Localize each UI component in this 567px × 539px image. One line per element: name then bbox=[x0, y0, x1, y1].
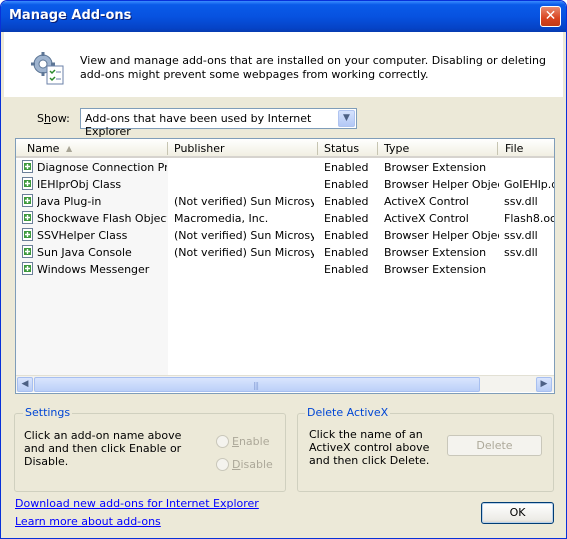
enable-label[interactable]: Enable bbox=[232, 435, 269, 448]
cell-file: GoIEHlp.dl bbox=[504, 178, 554, 191]
download-addons-link[interactable]: Download new add-ons for Internet Explor… bbox=[15, 497, 259, 510]
header-band: View and manage add-ons that are install… bbox=[4, 32, 563, 97]
learn-more-link[interactable]: Learn more about add-ons bbox=[15, 515, 161, 528]
column-divider[interactable] bbox=[167, 142, 168, 155]
cell-name: Sun Java Console bbox=[37, 246, 132, 259]
horizontal-scrollbar[interactable]: ◀ ||| ▶ bbox=[16, 375, 554, 392]
cell-status: Enabled bbox=[324, 161, 369, 174]
cell-name: Java Plug-in bbox=[37, 195, 102, 208]
addons-gear-icon bbox=[31, 52, 64, 85]
cell-publisher: (Not verified) Sun Microsy... bbox=[174, 229, 314, 242]
window-title: Manage Add-ons bbox=[9, 8, 132, 23]
title-bar[interactable]: Manage Add-ons ✕ bbox=[1, 1, 566, 32]
show-label: Show: bbox=[37, 112, 70, 125]
cell-name: Shockwave Flash Object bbox=[37, 212, 167, 225]
cell-type: ActiveX Control bbox=[384, 195, 469, 208]
cell-type: Browser Extension bbox=[384, 246, 487, 259]
scroll-right-icon[interactable]: ▶ bbox=[536, 377, 552, 392]
table-row[interactable]: Windows Messenger Enabled Browser Extensio… bbox=[16, 261, 554, 278]
cell-type: Browser Extension bbox=[384, 161, 487, 174]
table-row[interactable]: Shockwave Flash Object Macromedia, Inc. En… bbox=[16, 210, 554, 227]
cell-file: ssv.dll bbox=[504, 195, 538, 208]
cell-status: Enabled bbox=[324, 178, 369, 191]
column-divider[interactable] bbox=[497, 142, 498, 155]
scroll-left-icon[interactable]: ◀ bbox=[17, 377, 33, 392]
list-header: Name ▲ Publisher Status Type File bbox=[16, 139, 554, 158]
cell-file: Flash8.ocx bbox=[504, 212, 554, 225]
column-header-file[interactable]: File bbox=[505, 142, 523, 156]
settings-group: Settings Click an add-on name above and … bbox=[14, 406, 286, 492]
manage-addons-window: Manage Add-ons ✕ View and manage add-ons… bbox=[0, 0, 567, 539]
addon-icon bbox=[21, 262, 35, 276]
table-row[interactable]: IEHlprObj Class Enabled Browser Helper Obj… bbox=[16, 176, 554, 193]
addon-icon bbox=[21, 160, 35, 174]
cell-name: Diagnose Connection Pr... bbox=[37, 161, 167, 174]
settings-text: Click an add-on name above and and then … bbox=[24, 429, 182, 468]
cell-publisher: Macromedia, Inc. bbox=[174, 212, 269, 225]
cell-publisher: (Not verified) Sun Microsy... bbox=[174, 246, 314, 259]
grip-icon: ||| bbox=[253, 381, 259, 390]
disable-label[interactable]: Disable bbox=[232, 458, 273, 471]
column-header-status[interactable]: Status bbox=[324, 142, 359, 156]
delete-activex-group: Delete ActiveX Click the name of an Acti… bbox=[297, 406, 554, 492]
cell-status: Enabled bbox=[324, 263, 369, 276]
delete-activex-text: Click the name of an ActiveX control abo… bbox=[309, 428, 430, 467]
cell-publisher: (Not verified) Sun Microsy... bbox=[174, 195, 314, 208]
cell-status: Enabled bbox=[324, 195, 369, 208]
delete-activex-title: Delete ActiveX bbox=[305, 406, 391, 419]
cell-type: Browser Extension bbox=[384, 263, 487, 276]
addon-icon bbox=[21, 211, 35, 225]
addon-icon bbox=[21, 245, 35, 259]
cell-type: Browser Helper Object bbox=[384, 229, 499, 242]
column-header-name[interactable]: Name bbox=[27, 142, 59, 156]
column-header-publisher[interactable]: Publisher bbox=[174, 142, 225, 156]
enable-radio[interactable] bbox=[216, 435, 229, 448]
column-divider[interactable] bbox=[317, 142, 318, 155]
cell-file: ssv.dll bbox=[504, 229, 538, 242]
cell-status: Enabled bbox=[324, 212, 369, 225]
cell-status: Enabled bbox=[324, 229, 369, 242]
close-button[interactable]: ✕ bbox=[540, 6, 561, 27]
addon-icon bbox=[21, 177, 35, 191]
addons-list[interactable]: Name ▲ Publisher Status Type File Diagno… bbox=[15, 138, 555, 394]
sort-ascending-icon: ▲ bbox=[66, 144, 73, 153]
cell-file: ssv.dll bbox=[504, 246, 538, 259]
column-header-type[interactable]: Type bbox=[384, 142, 409, 156]
show-dropdown[interactable]: Add-ons that have been used by Internet … bbox=[80, 108, 357, 138]
settings-title: Settings bbox=[23, 406, 73, 419]
disable-radio[interactable] bbox=[216, 458, 229, 471]
scrollbar-thumb[interactable]: ||| bbox=[34, 377, 480, 392]
column-divider[interactable] bbox=[377, 142, 378, 155]
addon-icon bbox=[21, 228, 35, 242]
cell-type: Browser Helper Object bbox=[384, 178, 499, 191]
table-row[interactable]: Sun Java Console (Not verified) Sun Micro… bbox=[16, 244, 554, 261]
table-row[interactable]: SSVHelper Class (Not verified) Sun Micros… bbox=[16, 227, 554, 244]
cell-name: Windows Messenger bbox=[37, 263, 150, 276]
table-row[interactable]: Java Plug-in (Not verified) Sun Microsy..… bbox=[16, 193, 554, 210]
cell-name: SSVHelper Class bbox=[37, 229, 128, 242]
show-dropdown-value: Add-ons that have been used by Internet … bbox=[85, 112, 312, 138]
chevron-down-icon[interactable]: ▼ bbox=[338, 110, 355, 127]
delete-button[interactable]: Delete bbox=[447, 435, 542, 456]
table-row[interactable]: Diagnose Connection Pr... Enabled Browser … bbox=[16, 159, 554, 176]
cell-type: ActiveX Control bbox=[384, 212, 469, 225]
cell-name: IEHlprObj Class bbox=[37, 178, 122, 191]
dialog-body: View and manage add-ons that are install… bbox=[4, 32, 563, 537]
ok-button[interactable]: OK bbox=[481, 502, 554, 524]
cell-status: Enabled bbox=[324, 246, 369, 259]
addon-icon bbox=[21, 194, 35, 208]
intro-text: View and manage add-ons that are install… bbox=[80, 54, 546, 81]
